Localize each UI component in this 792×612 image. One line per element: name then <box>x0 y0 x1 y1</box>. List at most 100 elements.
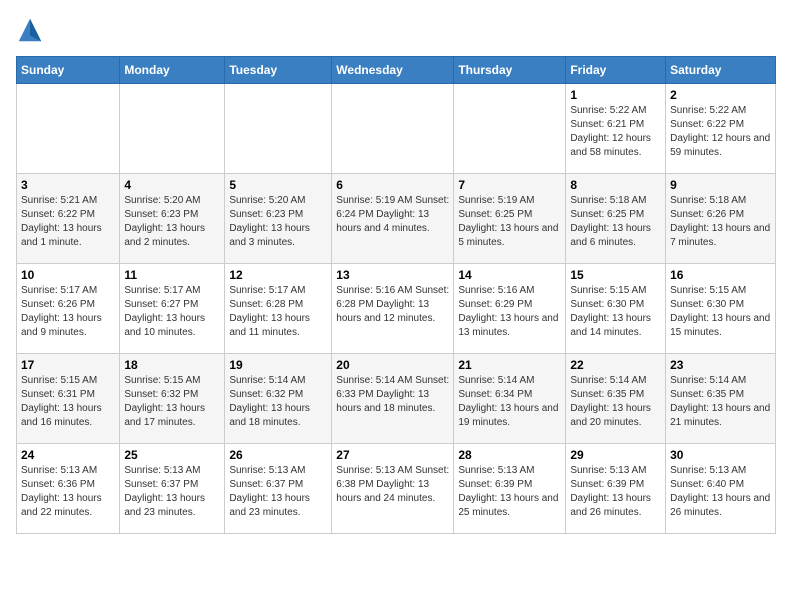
calendar-cell: 1Sunrise: 5:22 AM Sunset: 6:21 PM Daylig… <box>566 84 666 174</box>
calendar-cell <box>225 84 332 174</box>
weekday-header-sunday: Sunday <box>17 57 120 84</box>
day-info: Sunrise: 5:13 AM Sunset: 6:39 PM Dayligh… <box>570 464 661 520</box>
day-info: Sunrise: 5:18 AM Sunset: 6:25 PM Dayligh… <box>570 194 661 250</box>
day-number: 18 <box>124 358 220 372</box>
calendar-week-row: 3Sunrise: 5:21 AM Sunset: 6:22 PM Daylig… <box>17 174 776 264</box>
calendar-cell: 11 Sunrise: 5:17 AM Sunset: 6:27 PM Dayli… <box>120 264 225 354</box>
calendar-table: SundayMondayTuesdayWednesdayThursdayFrid… <box>16 56 776 534</box>
calendar-cell: 16Sunrise: 5:15 AM Sunset: 6:30 PM Dayli… <box>666 264 776 354</box>
day-info: Sunrise: 5:18 AM Sunset: 6:26 PM Dayligh… <box>670 194 771 250</box>
calendar-week-row: 1Sunrise: 5:22 AM Sunset: 6:21 PM Daylig… <box>17 84 776 174</box>
weekday-header-friday: Friday <box>566 57 666 84</box>
calendar-cell: 8 Sunrise: 5:18 AM Sunset: 6:25 PM Daylig… <box>566 174 666 264</box>
day-number: 17 <box>21 358 115 372</box>
day-number: 5 <box>229 178 327 192</box>
calendar-cell <box>454 84 566 174</box>
header <box>16 16 776 44</box>
calendar-cell: 2 Sunrise: 5:22 AM Sunset: 6:22 PM Daylig… <box>666 84 776 174</box>
day-number: 25 <box>124 448 220 462</box>
calendar-cell: 12 Sunrise: 5:17 AM Sunset: 6:28 PM Dayli… <box>225 264 332 354</box>
weekday-header-wednesday: Wednesday <box>332 57 454 84</box>
day-number: 20 <box>336 358 449 372</box>
day-number: 1 <box>570 88 661 102</box>
day-info: Sunrise: 5:14 AM Sunset: 6:35 PM Dayligh… <box>570 374 661 430</box>
calendar-cell <box>120 84 225 174</box>
calendar-week-row: 10 Sunrise: 5:17 AM Sunset: 6:26 PM Dayli… <box>17 264 776 354</box>
calendar-cell: 17 Sunrise: 5:15 AM Sunset: 6:31 PM Dayli… <box>17 354 120 444</box>
calendar-cell <box>332 84 454 174</box>
day-number: 8 <box>570 178 661 192</box>
day-number: 7 <box>458 178 561 192</box>
calendar-cell: 18 Sunrise: 5:15 AM Sunset: 6:32 PM Dayli… <box>120 354 225 444</box>
day-number: 11 <box>124 268 220 282</box>
day-number: 23 <box>670 358 771 372</box>
calendar-week-row: 17 Sunrise: 5:15 AM Sunset: 6:31 PM Dayli… <box>17 354 776 444</box>
calendar-cell: 30Sunrise: 5:13 AM Sunset: 6:40 PM Dayli… <box>666 444 776 534</box>
calendar-cell: 22 Sunrise: 5:14 AM Sunset: 6:35 PM Dayli… <box>566 354 666 444</box>
day-number: 24 <box>21 448 115 462</box>
calendar-cell: 13 Sunrise: 5:16 AM Sunset: 6:28 PM Dayli… <box>332 264 454 354</box>
day-info: Sunrise: 5:17 AM Sunset: 6:27 PM Dayligh… <box>124 284 220 340</box>
logo <box>16 16 48 44</box>
calendar-cell: 6Sunrise: 5:19 AM Sunset: 6:24 PM Daylig… <box>332 174 454 264</box>
day-number: 26 <box>229 448 327 462</box>
day-info: Sunrise: 5:19 AM Sunset: 6:25 PM Dayligh… <box>458 194 561 250</box>
day-info: Sunrise: 5:15 AM Sunset: 6:30 PM Dayligh… <box>570 284 661 340</box>
weekday-header-monday: Monday <box>120 57 225 84</box>
day-info: Sunrise: 5:16 AM Sunset: 6:29 PM Dayligh… <box>458 284 561 340</box>
calendar-week-row: 24 Sunrise: 5:13 AM Sunset: 6:36 PM Dayli… <box>17 444 776 534</box>
day-info: Sunrise: 5:14 AM Sunset: 6:33 PM Dayligh… <box>336 374 449 416</box>
calendar-cell: 21 Sunrise: 5:14 AM Sunset: 6:34 PM Dayli… <box>454 354 566 444</box>
calendar-cell: 4 Sunrise: 5:20 AM Sunset: 6:23 PM Daylig… <box>120 174 225 264</box>
day-number: 27 <box>336 448 449 462</box>
day-info: Sunrise: 5:13 AM Sunset: 6:38 PM Dayligh… <box>336 464 449 506</box>
calendar-cell: 5 Sunrise: 5:20 AM Sunset: 6:23 PM Daylig… <box>225 174 332 264</box>
calendar-cell: 23 Sunrise: 5:14 AM Sunset: 6:35 PM Dayli… <box>666 354 776 444</box>
calendar-cell: 3Sunrise: 5:21 AM Sunset: 6:22 PM Daylig… <box>17 174 120 264</box>
day-number: 4 <box>124 178 220 192</box>
day-number: 15 <box>570 268 661 282</box>
day-number: 12 <box>229 268 327 282</box>
day-info: Sunrise: 5:21 AM Sunset: 6:22 PM Dayligh… <box>21 194 115 250</box>
day-number: 29 <box>570 448 661 462</box>
day-info: Sunrise: 5:20 AM Sunset: 6:23 PM Dayligh… <box>229 194 327 250</box>
day-info: Sunrise: 5:20 AM Sunset: 6:23 PM Dayligh… <box>124 194 220 250</box>
day-number: 6 <box>336 178 449 192</box>
day-info: Sunrise: 5:15 AM Sunset: 6:31 PM Dayligh… <box>21 374 115 430</box>
day-info: Sunrise: 5:13 AM Sunset: 6:37 PM Dayligh… <box>229 464 327 520</box>
day-info: Sunrise: 5:13 AM Sunset: 6:37 PM Dayligh… <box>124 464 220 520</box>
day-info: Sunrise: 5:15 AM Sunset: 6:32 PM Dayligh… <box>124 374 220 430</box>
day-info: Sunrise: 5:13 AM Sunset: 6:36 PM Dayligh… <box>21 464 115 520</box>
day-info: Sunrise: 5:17 AM Sunset: 6:26 PM Dayligh… <box>21 284 115 340</box>
day-number: 13 <box>336 268 449 282</box>
calendar-cell: 19Sunrise: 5:14 AM Sunset: 6:32 PM Dayli… <box>225 354 332 444</box>
logo-icon <box>16 16 44 44</box>
day-number: 22 <box>570 358 661 372</box>
day-info: Sunrise: 5:16 AM Sunset: 6:28 PM Dayligh… <box>336 284 449 326</box>
weekday-header-thursday: Thursday <box>454 57 566 84</box>
day-number: 9 <box>670 178 771 192</box>
day-number: 21 <box>458 358 561 372</box>
day-info: Sunrise: 5:14 AM Sunset: 6:35 PM Dayligh… <box>670 374 771 430</box>
day-number: 28 <box>458 448 561 462</box>
calendar-cell: 7 Sunrise: 5:19 AM Sunset: 6:25 PM Daylig… <box>454 174 566 264</box>
day-number: 10 <box>21 268 115 282</box>
day-number: 19 <box>229 358 327 372</box>
weekday-header-row: SundayMondayTuesdayWednesdayThursdayFrid… <box>17 57 776 84</box>
calendar-cell: 14Sunrise: 5:16 AM Sunset: 6:29 PM Dayli… <box>454 264 566 354</box>
calendar-cell <box>17 84 120 174</box>
weekday-header-saturday: Saturday <box>666 57 776 84</box>
day-number: 30 <box>670 448 771 462</box>
calendar-cell: 20 Sunrise: 5:14 AM Sunset: 6:33 PM Dayli… <box>332 354 454 444</box>
calendar-cell: 9 Sunrise: 5:18 AM Sunset: 6:26 PM Daylig… <box>666 174 776 264</box>
day-info: Sunrise: 5:14 AM Sunset: 6:34 PM Dayligh… <box>458 374 561 430</box>
day-info: Sunrise: 5:17 AM Sunset: 6:28 PM Dayligh… <box>229 284 327 340</box>
calendar-cell: 27 Sunrise: 5:13 AM Sunset: 6:38 PM Dayli… <box>332 444 454 534</box>
day-info: Sunrise: 5:22 AM Sunset: 6:22 PM Dayligh… <box>670 104 771 160</box>
weekday-header-tuesday: Tuesday <box>225 57 332 84</box>
day-info: Sunrise: 5:15 AM Sunset: 6:30 PM Dayligh… <box>670 284 771 340</box>
day-number: 2 <box>670 88 771 102</box>
calendar-cell: 15 Sunrise: 5:15 AM Sunset: 6:30 PM Dayli… <box>566 264 666 354</box>
calendar-cell: 25 Sunrise: 5:13 AM Sunset: 6:37 PM Dayli… <box>120 444 225 534</box>
calendar-cell: 10 Sunrise: 5:17 AM Sunset: 6:26 PM Dayli… <box>17 264 120 354</box>
